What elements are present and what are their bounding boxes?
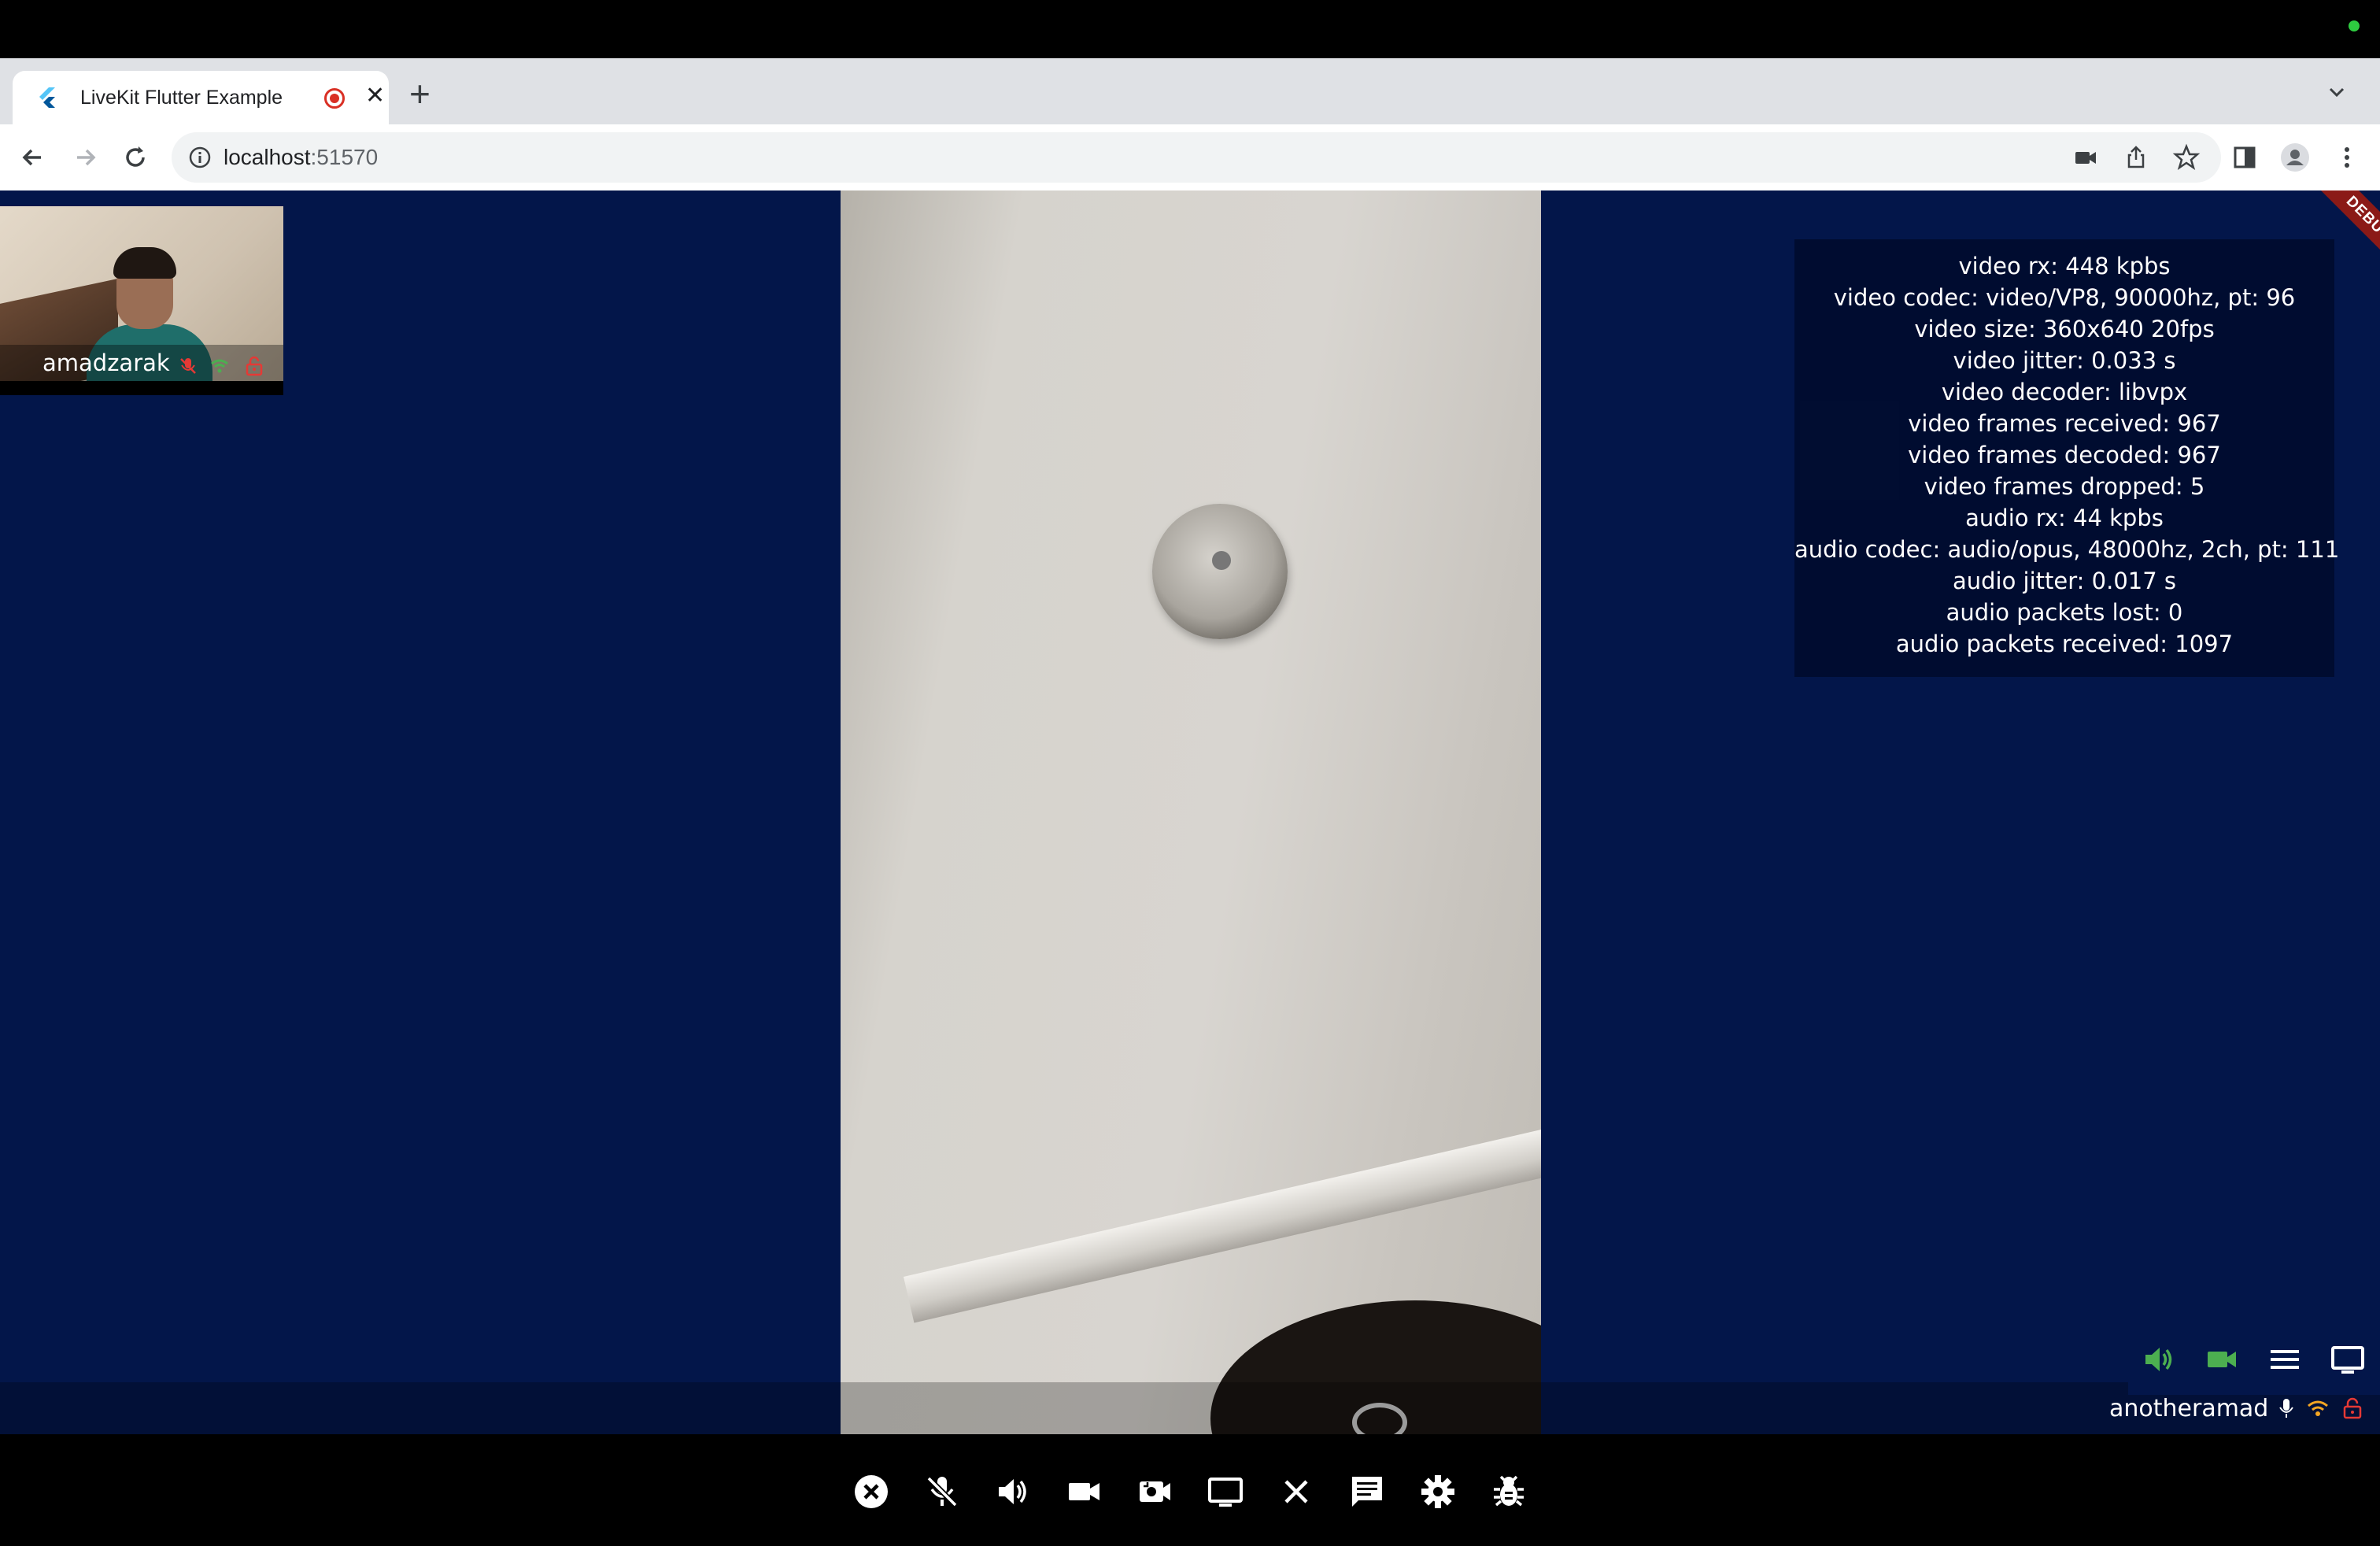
settings-icon[interactable] (1418, 1472, 1458, 1511)
url-text: localhost:51570 (224, 145, 379, 169)
encryption-unlocked-icon (2343, 1397, 2362, 1419)
close-icon[interactable] (1277, 1472, 1316, 1511)
screen-share-icon[interactable] (2330, 1341, 2366, 1378)
local-participant-name: amadzarak (42, 350, 170, 376)
stats-line: video frames dropped: 5 (1924, 473, 2205, 500)
stats-line: audio packets lost: 0 (1946, 599, 2183, 626)
connection-quality-icon (211, 359, 228, 373)
mic-icon (2279, 1399, 2293, 1418)
tab-title: LiveKit Flutter Example (80, 87, 283, 109)
encryption-unlocked-icon (246, 356, 263, 376)
remote-video-light-fixture (1152, 504, 1288, 639)
tab-close-icon[interactable]: ✕ (365, 82, 385, 110)
address-bar[interactable]: localhost:51570 (172, 132, 2221, 183)
browser-tab-strip: LiveKit Flutter Example ✕ + (0, 58, 2380, 124)
stats-line: audio rx: 44 kpbs (1965, 505, 2164, 531)
remote-participant-name: anotheramad (2109, 1395, 2269, 1422)
livekit-room-view: amadzarak video rx: 448 kpbs video codec… (0, 190, 2380, 1434)
speaker-icon[interactable] (993, 1472, 1033, 1511)
flutter-logo-icon (39, 87, 55, 108)
os-menu-bar (0, 0, 2380, 58)
stats-line: video jitter: 0.033 s (1953, 347, 2176, 374)
speaker-icon[interactable] (2141, 1341, 2177, 1378)
mic-off-icon (180, 358, 196, 374)
disconnect-icon[interactable] (852, 1472, 891, 1511)
stats-overlay: video rx: 448 kpbs video codec: video/VP… (1794, 239, 2340, 677)
mic-off-icon[interactable] (922, 1472, 962, 1511)
stats-line: video decoder: libvpx (1941, 379, 2188, 405)
remote-video-crown-molding (904, 1100, 1541, 1323)
camera-in-use-icon[interactable] (2071, 143, 2100, 172)
stats-line: audio packets received: 1097 (1895, 631, 2234, 657)
screen-share-icon[interactable] (1206, 1472, 1245, 1511)
new-tab-button[interactable]: + (409, 76, 431, 112)
remote-participant-info-bar: anotheramad (0, 1382, 2380, 1434)
local-tile-shadow (0, 381, 283, 395)
stats-line: video size: 360x640 20fps (1914, 316, 2215, 342)
site-info-icon[interactable] (187, 145, 213, 170)
chat-icon[interactable] (1347, 1472, 1387, 1511)
stats-line: video codec: video/VP8, 90000hz, pt: 96 (1833, 284, 2296, 311)
switch-camera-icon[interactable] (1135, 1472, 1174, 1511)
camera-indicator-icon (2349, 20, 2360, 31)
connection-quality-icon (2308, 1400, 2328, 1416)
profile-avatar-icon[interactable] (2279, 142, 2311, 173)
bookmark-star-icon[interactable] (2172, 143, 2201, 172)
share-icon[interactable] (2122, 143, 2150, 172)
stats-line: video frames decoded: 967 (1908, 442, 2221, 468)
menu-icon[interactable] (2267, 1341, 2303, 1378)
forward-arrow-icon[interactable] (69, 142, 101, 173)
back-arrow-icon[interactable] (17, 142, 49, 173)
stats-line: video rx: 448 kpbs (1958, 253, 2171, 279)
remote-track-controls (2128, 1324, 2380, 1395)
debug-bug-icon[interactable] (1489, 1472, 1528, 1511)
stats-line: video frames received: 967 (1908, 410, 2221, 437)
camera-icon[interactable] (2204, 1341, 2240, 1378)
stats-line: audio jitter: 0.017 s (1952, 568, 2177, 594)
tab-search-chevron-icon[interactable] (2325, 80, 2349, 104)
local-participant-tile[interactable]: amadzarak (0, 206, 283, 381)
remote-video-track[interactable] (841, 190, 1541, 1434)
browser-menu-icon[interactable] (2331, 142, 2363, 173)
browser-toolbar: localhost:51570 (0, 124, 2380, 190)
camera-icon[interactable] (1064, 1472, 1103, 1511)
side-panel-icon[interactable] (2229, 142, 2260, 173)
stats-line: audio codec: audio/opus, 48000hz, 2ch, p… (1794, 536, 2340, 563)
browser-tab[interactable]: LiveKit Flutter Example ✕ (13, 71, 389, 124)
reload-icon[interactable] (120, 142, 151, 173)
room-control-bar (0, 1434, 2380, 1546)
recording-indicator-icon (324, 88, 345, 109)
